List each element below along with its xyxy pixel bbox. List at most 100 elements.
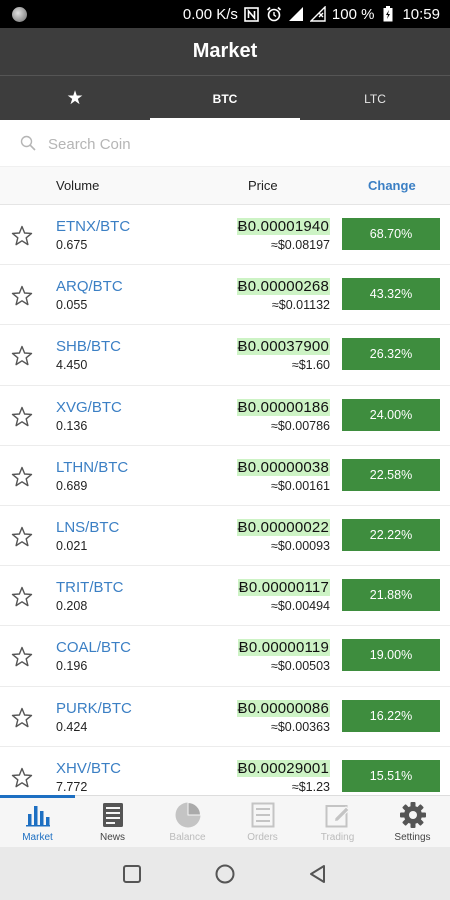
favorite-star-icon[interactable] [10,525,34,549]
home-circle-icon[interactable] [214,863,236,885]
volume-value: 4.450 [56,358,88,373]
column-header-volume[interactable]: Volume [56,178,99,193]
btc-price: Ƀ0.00001940 [236,218,330,235]
battery-charging-icon [380,5,396,23]
tab-btc[interactable]: BTC [150,76,300,121]
search-input[interactable] [48,131,428,157]
market-row-arq[interactable]: ARQ/BTC 0.055 Ƀ0.00000268 ≈$0.01132 43.3… [0,265,450,326]
usd-price: ≈$0.00494 [271,599,330,614]
battery-percent: 100 % [331,5,375,23]
column-headers: Volume Price Change [0,167,450,205]
change-badge: 68.70% [342,218,440,250]
bottom-nav: Market News Balance Orders Trading Setti… [0,795,450,847]
usd-price: ≈$0.00503 [271,659,330,674]
market-list: ETNX/BTC 0.675 Ƀ0.00001940 ≈$0.08197 68.… [0,205,450,795]
app-header: Market [0,28,450,75]
nfc-icon [244,5,260,23]
notification-dot-icon [12,7,27,22]
favorite-star-icon[interactable] [10,766,34,790]
favorite-star-icon[interactable] [10,645,34,669]
volume-value: 0.208 [56,599,88,614]
market-row-lns[interactable]: LNS/BTC 0.021 Ƀ0.00000022 ≈$0.00093 22.2… [0,505,450,567]
market-row-xvg[interactable]: XVG/BTC 0.136 Ƀ0.00000186 ≈$0.00786 24.0… [0,385,450,446]
change-badge: 22.58% [342,458,440,491]
pair-name: ARQ/BTC [56,278,123,296]
column-header-price[interactable]: Price [248,178,278,193]
status-right: 0.00 K/s 100 % 10:59 [183,0,440,28]
signal-icon [288,5,304,23]
btc-price: Ƀ0.00000119 [237,639,330,657]
gear-icon [399,801,427,829]
change-badge: 22.22% [342,518,440,551]
nav-label: Market [22,832,53,843]
pair-name: XHV/BTC [56,759,122,777]
favorite-star-icon[interactable] [10,706,34,730]
status-bar: 0.00 K/s 100 % 10:59 [0,0,450,28]
btc-price: Ƀ0.00000022 [236,518,330,536]
net-speed: 0.00 K/s [182,5,238,23]
nav-market[interactable]: Market [0,795,75,848]
pair-name: LTHN/BTC [56,458,129,476]
pie-chart-icon [174,801,202,829]
nav-label: Orders [247,832,278,843]
change-badge: 21.88% [342,579,440,612]
alarm-icon [266,5,282,23]
tab-favorites[interactable]: ★ [0,76,150,121]
market-row-trit[interactable]: TRIT/BTC 0.208 Ƀ0.00000117 ≈$0.00494 21.… [0,566,450,627]
nav-settings[interactable]: Settings [375,796,450,848]
recents-square-icon[interactable] [121,863,143,885]
usd-price: ≈$0.00363 [271,719,330,734]
usd-price: ≈$0.00161 [271,478,330,493]
market-row-shb[interactable]: SHB/BTC 4.450 Ƀ0.00037900 ≈$1.60 26.32% [0,325,450,386]
no-sim-icon [309,5,326,23]
pair-name: SHB/BTC [56,338,122,356]
pair-name: ETNX/BTC [56,218,131,235]
usd-price: ≈$0.00093 [271,538,330,553]
usd-price: ≈$0.01132 [271,298,330,313]
market-row-etnx[interactable]: ETNX/BTC 0.675 Ƀ0.00001940 ≈$0.08197 68.… [0,205,450,266]
market-row-lthn[interactable]: LTHN/BTC 0.689 Ƀ0.00000038 ≈$0.00161 22.… [0,445,450,506]
column-header-change[interactable]: Change [368,178,416,193]
usd-price: ≈$1.60 [291,358,330,373]
nav-label: Balance [169,832,206,843]
market-tabs: ★ BTC LTC [0,75,450,121]
market-row-coal[interactable]: COAL/BTC 0.196 Ƀ0.00000119 ≈$0.00503 19.… [0,626,450,687]
favorite-star-icon[interactable] [10,224,34,248]
nav-trading[interactable]: Trading [300,796,375,848]
change-badge: 19.00% [342,639,440,672]
volume-value: 0.689 [56,478,88,493]
favorite-star-icon[interactable] [10,344,34,368]
pair-name: PURK/BTC [56,699,132,717]
search-bar [0,121,450,167]
change-badge: 16.22% [342,699,440,732]
change-badge: 26.32% [342,338,440,371]
pair-name: LNS/BTC [56,518,120,536]
btc-price: Ƀ0.00037900 [236,338,330,356]
change-badge: 15.51% [342,759,440,792]
nav-balance[interactable]: Balance [150,796,225,848]
market-screen: 0.00 K/s 100 % 10:59 Market ★ BTC LTC Se… [0,0,450,900]
nav-news[interactable]: News [75,796,150,848]
volume-value: 0.675 [56,238,88,252]
nav-orders[interactable]: Orders [225,796,300,848]
market-row-purk[interactable]: PURK/BTC 0.424 Ƀ0.00000086 ≈$0.00363 16.… [0,686,450,747]
market-row-xhv[interactable]: XHV/BTC 7.772 Ƀ0.00029001 ≈$1.23 15.51% [0,746,450,795]
btc-price: Ƀ0.00000268 [236,278,330,296]
android-nav-bar [0,847,450,900]
star-icon: ★ [66,88,84,109]
pair-name: TRIT/BTC [56,579,124,597]
usd-price: ≈$0.00786 [271,418,330,433]
bar-chart-icon [24,801,52,829]
usd-price: ≈$0.08197 [271,238,330,252]
favorite-star-icon[interactable] [10,284,34,308]
tab-ltc[interactable]: LTC [300,76,450,121]
newspaper-icon [99,801,127,829]
volume-value: 0.424 [56,719,88,734]
favorite-star-icon[interactable] [10,465,34,489]
volume-value: 0.055 [56,298,88,313]
favorite-star-icon[interactable] [10,585,34,609]
back-triangle-icon[interactable] [307,863,329,885]
search-icon [20,135,36,151]
favorite-star-icon[interactable] [10,405,34,429]
change-badge: 43.32% [342,278,440,311]
